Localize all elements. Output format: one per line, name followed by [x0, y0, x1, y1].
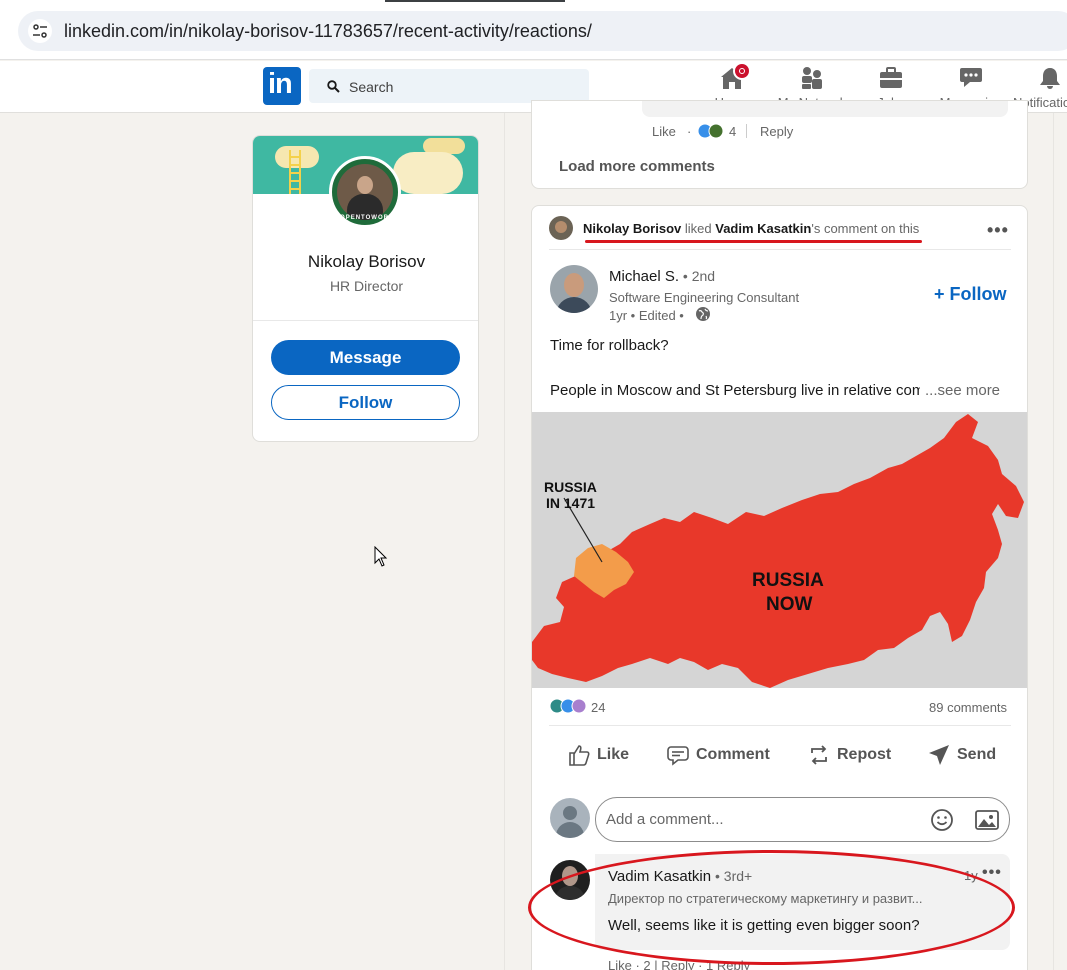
map-label-old: IN 1471	[546, 495, 595, 511]
reaction-icons	[697, 123, 724, 139]
actor-name-link[interactable]: Nikolay Borisov	[583, 221, 681, 236]
send-icon	[929, 745, 949, 765]
post-text-line: People in Moscow and St Petersburg live …	[550, 382, 920, 399]
jobs-icon	[878, 65, 904, 91]
browser-toolbar: linkedin.com/in/nikolay-borisov-11783657…	[0, 0, 1067, 60]
reaction-icons[interactable]	[550, 698, 590, 714]
see-more-link[interactable]: ...see more	[925, 382, 1000, 399]
message-button[interactable]: Message	[271, 340, 460, 375]
divider	[549, 249, 1011, 250]
post-time: 1yr • Edited •	[609, 308, 684, 323]
profile-avatar[interactable]: #OPENTOWORK	[329, 156, 401, 228]
repost-icon	[811, 745, 827, 765]
comments-count[interactable]: 89 comments	[929, 700, 1007, 715]
load-more-comments-button[interactable]: Load more comments	[559, 158, 715, 175]
comment-reply-button[interactable]: Reply	[760, 124, 793, 139]
image-icon[interactable]	[975, 809, 999, 831]
divider	[746, 124, 747, 138]
red-circle-annotation	[528, 850, 1015, 965]
active-tab-indicator	[385, 0, 565, 2]
comment-icon	[667, 746, 689, 766]
red-underline-annotation	[585, 240, 922, 243]
comment-bubble	[642, 101, 1008, 117]
messaging-icon	[958, 65, 984, 91]
reactions-count[interactable]: 24	[591, 700, 605, 715]
linkedin-logo[interactable]: in	[263, 67, 301, 105]
more-options-icon[interactable]: •••	[987, 220, 1009, 241]
globe-icon	[696, 307, 710, 321]
activity-header: Nikolay Borisov liked Vadim Kasatkin's c…	[583, 221, 920, 236]
profile-name[interactable]: Nikolay Borisov	[253, 252, 478, 272]
url-text[interactable]: linkedin.com/in/nikolay-borisov-11783657…	[64, 21, 592, 42]
address-bar[interactable]: linkedin.com/in/nikolay-borisov-11783657…	[18, 11, 1067, 51]
home-icon	[719, 62, 751, 91]
open-to-work-ring: #OPENTOWORK	[335, 215, 395, 221]
search-input[interactable]: Search	[309, 69, 589, 103]
follow-button[interactable]: Follow	[271, 385, 460, 420]
separator-dot: ·	[687, 124, 692, 139]
divider	[549, 725, 1011, 726]
map-label-now: NOW	[766, 594, 813, 615]
author-headline: Software Engineering Consultant	[609, 290, 800, 305]
follow-author-button[interactable]: + Follow	[934, 284, 1007, 305]
network-icon	[799, 65, 825, 91]
comment-input[interactable]: Add a comment...	[595, 797, 1010, 842]
map-label-now: RUSSIA	[752, 570, 824, 591]
actor-avatar[interactable]	[549, 216, 573, 240]
like-button[interactable]: Like	[567, 743, 629, 767]
notification-badge	[733, 62, 751, 80]
post-image[interactable]: RUSSIA IN 1471 RUSSIA NOW	[532, 412, 1027, 688]
profile-card: #OPENTOWORK Nikolay Borisov HR Director …	[252, 135, 479, 442]
send-button[interactable]: Send	[927, 743, 996, 767]
site-settings-icon[interactable]	[28, 19, 52, 43]
post-text-line: Time for rollback?	[550, 337, 669, 354]
author-name[interactable]: Michael S. • 2nd	[609, 268, 715, 285]
repost-button[interactable]: Repost	[807, 743, 891, 767]
search-icon	[327, 80, 340, 93]
current-user-avatar	[550, 798, 590, 838]
mouse-cursor-icon	[374, 546, 388, 567]
bell-icon	[1037, 65, 1063, 91]
search-placeholder: Search	[349, 79, 394, 95]
emoji-icon[interactable]	[930, 808, 954, 832]
map-label-old: RUSSIA	[544, 479, 597, 495]
russia-map-image: RUSSIA IN 1471 RUSSIA NOW	[532, 412, 1027, 688]
reaction-count[interactable]: 4	[729, 124, 736, 139]
comment-like-button[interactable]: Like	[652, 124, 676, 139]
comment-button[interactable]: Comment	[666, 743, 770, 767]
profile-headline: HR Director	[329, 278, 404, 294]
previous-post-card: Like · 4 Reply Load more comments	[531, 100, 1028, 189]
divider	[253, 320, 478, 321]
author-avatar[interactable]	[550, 265, 598, 313]
target-name-link[interactable]: Vadim Kasatkin	[715, 221, 811, 236]
thumbs-up-icon	[569, 745, 590, 766]
